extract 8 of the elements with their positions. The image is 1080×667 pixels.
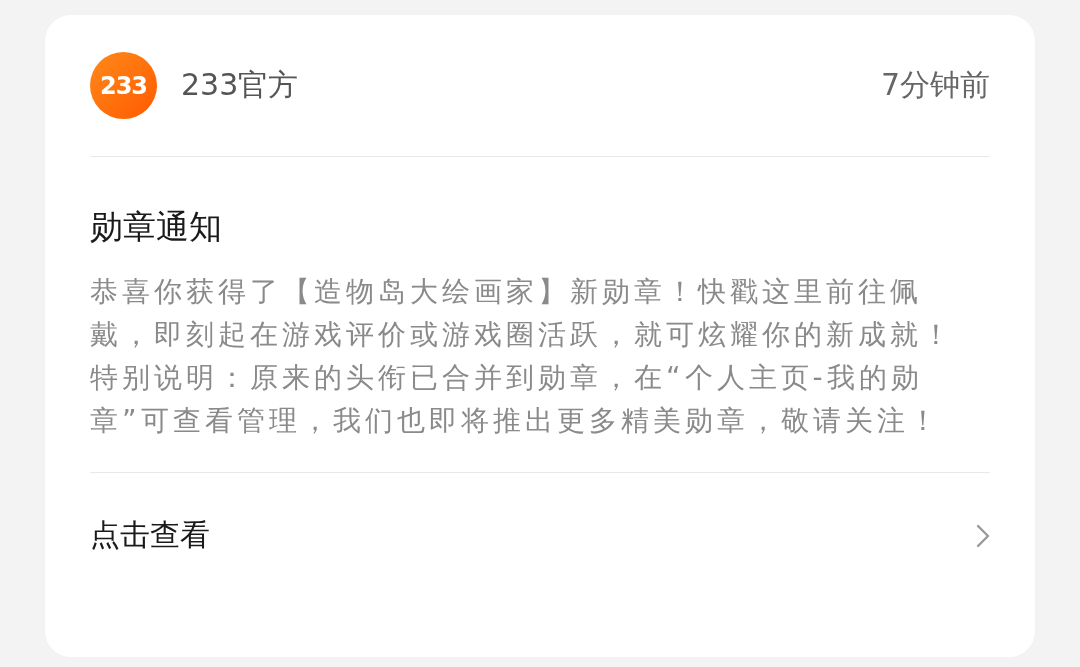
notice-paragraph: 特别说明：原来的头衔已合并到勋章，在“个人主页-我的勋章”可查看管理，我们也即将推出更多精美勋章，敬请关注！ xyxy=(90,360,942,439)
view-link[interactable]: 点击查看 xyxy=(90,515,210,556)
avatar-logo: 233 xyxy=(90,52,157,119)
notice-paragraph: 恭喜你获得了【造物岛大绘画家】新勋章！快戳这里前往佩戴，即刻起在游戏评价或游戏圈活跃，就可炫耀你的新成就！ xyxy=(90,274,955,353)
sender-name: 233官方 xyxy=(181,66,299,104)
chevron-right-icon[interactable] xyxy=(976,523,990,548)
timestamp: 7分钟前 xyxy=(880,66,990,104)
notice-title: 勋章通知 xyxy=(90,206,223,248)
